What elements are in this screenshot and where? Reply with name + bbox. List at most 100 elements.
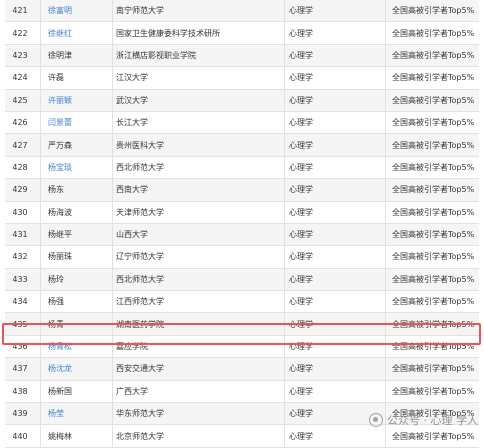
honor-label: 全国高被引学者Top5% [392,364,475,374]
discipline: 心理学 [289,140,313,150]
column-divider [284,22,285,44]
column-divider [40,89,41,111]
column-divider [112,44,113,67]
scholar-name[interactable]: 闫景蕾 [48,112,108,133]
column-divider [385,111,386,134]
table-row: 429 杨东 西南大学 心理学 全国高被引学者Top5% [5,179,479,202]
scholar-name[interactable]: 许丽颖 [48,90,108,111]
discipline: 心理学 [289,409,313,419]
watermark-text: 公众号 · 心理 学人 [387,414,478,427]
institution: 广西大学 [116,386,148,396]
institution: 北京师范大学 [116,431,164,441]
institution: 浙江横店影视职业学院 [116,50,196,60]
institution: 天津师范大学 [116,207,164,217]
honor-label: 全国高被引学者Top5% [392,185,475,195]
column-divider [112,223,113,246]
column-divider [40,291,41,313]
institution: 西北师范大学 [116,162,164,172]
column-divider [40,425,41,447]
row-number: 439 [12,409,28,419]
institution: 贵州医科大学 [116,140,164,150]
column-divider [112,291,113,313]
column-divider [284,89,285,111]
row-number: 432 [12,252,28,262]
column-divider [385,44,386,67]
institution: 武汉大学 [116,95,148,105]
table-row: 421 徐富明 南宁师范大学 心理学 全国高被引学者Top5% [5,0,479,23]
discipline: 心理学 [289,252,313,262]
row-number: 428 [12,162,28,172]
table-row: 426 闫景蕾 长江大学 心理学 全国高被引学者Top5% [5,111,479,135]
institution: 山西大学 [116,230,148,240]
honor-label: 全国高被引学者Top5% [392,50,475,60]
column-divider [112,425,113,447]
column-divider [112,111,113,134]
institution: 江西师范大学 [116,297,164,307]
scholar-name[interactable]: 徐继红 [48,22,108,43]
column-divider [112,22,113,44]
column-divider [40,358,41,380]
discipline: 心理学 [289,95,313,105]
column-divider [284,134,285,156]
institution: 华东师范大学 [116,409,164,419]
scholar-name[interactable]: 徐富明 [48,0,108,21]
column-divider [40,67,41,89]
scholar-name: 杨玲 [48,274,64,284]
column-divider [40,403,41,425]
column-divider [385,223,386,246]
honor-label: 全国高被引学者Top5% [392,230,475,240]
row-number: 423 [12,50,28,60]
honor-label: 全国高被引学者Top5% [392,28,475,38]
honor-label: 全国高被引学者Top5% [392,6,475,16]
wechat-official-account-icon [369,413,383,427]
honor-label: 全国高被引学者Top5% [392,140,475,150]
honor-label: 全国高被引学者Top5% [392,431,475,441]
column-divider [385,89,386,111]
column-divider [112,67,113,89]
discipline: 心理学 [289,50,313,60]
scholar-name: 杨丽珠 [48,252,72,262]
column-divider [385,179,386,201]
scholar-name: 杨海波 [48,207,72,217]
table-row: 430 杨海波 天津师范大学 心理学 全国高被引学者Top5% [5,201,479,224]
institution: 西南大学 [116,185,148,195]
column-divider [40,111,41,134]
column-divider [40,179,41,201]
row-number: 426 [12,118,28,128]
row-number: 440 [12,431,28,441]
column-divider [385,22,386,44]
column-divider [385,201,386,223]
column-divider [40,268,41,291]
scholar-name: 姚梅林 [48,431,72,441]
column-divider [40,0,41,22]
table-row: 440 姚梅林 北京师范大学 心理学 全国高被引学者Top5% [5,425,479,448]
honor-label: 全国高被引学者Top5% [392,386,475,396]
ranking-table: 421 徐富明 南宁师范大学 心理学 全国高被引学者Top5% 422 徐继红 国家卫生健康委… [5,0,479,448]
scholar-name[interactable]: 杨沈龙 [48,358,108,379]
column-divider [385,156,386,179]
column-divider [385,67,386,89]
column-divider [284,268,285,291]
table-row: 431 杨继平 山西大学 心理学 全国高被引学者Top5% [5,223,479,247]
column-divider [385,0,386,22]
column-divider [112,134,113,156]
column-divider [284,291,285,313]
honor-label: 全国高被引学者Top5% [392,297,475,307]
scholar-name: 杨东 [48,185,64,195]
scholar-name[interactable]: 杨莹 [48,403,108,424]
column-divider [284,380,285,403]
scholar-name[interactable]: 杨宝琰 [48,157,108,178]
column-divider [284,358,285,380]
discipline: 心理学 [289,431,313,441]
column-divider [40,156,41,179]
column-divider [284,156,285,179]
column-divider [40,134,41,156]
column-divider [40,380,41,403]
column-divider [40,223,41,246]
institution: 长江大学 [116,118,148,128]
column-divider [284,44,285,67]
table-row: 423 徐明津 浙江横店影视职业学院 心理学 全国高被引学者Top5% [5,44,479,68]
discipline: 心理学 [289,118,313,128]
discipline: 心理学 [289,364,313,374]
scholar-name: 杨强 [48,297,64,307]
